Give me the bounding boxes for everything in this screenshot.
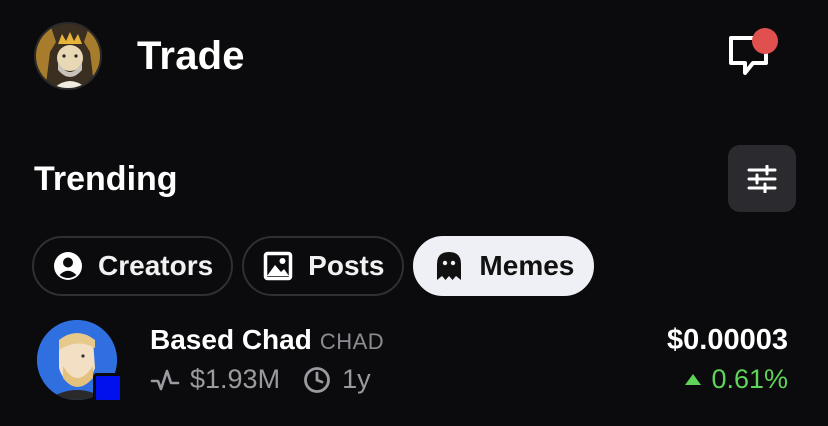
- coin-meta: $1.93M 1y: [150, 364, 371, 395]
- header: Trade: [0, 0, 828, 110]
- coin-change: 0.61%: [685, 364, 788, 395]
- category-tabs: Creators Posts Memes: [32, 236, 595, 296]
- coin-volume: $1.93M: [190, 364, 281, 394]
- section-title: Trending: [34, 160, 178, 198]
- profile-avatar[interactable]: [34, 22, 102, 90]
- tab-label: Memes: [479, 250, 575, 281]
- clock-icon: [302, 365, 332, 395]
- coin-row[interactable]: Based Chad CHAD $1.93M 1y $0.00003 0.61%: [0, 318, 828, 418]
- coin-price: $0.00003: [667, 324, 788, 356]
- tab-memes[interactable]: Memes: [413, 236, 595, 296]
- coin-age: 1y: [342, 364, 371, 394]
- coin-change-value: 0.61%: [711, 364, 788, 394]
- ghost-icon: [433, 250, 465, 282]
- page-title: Trade: [137, 34, 245, 78]
- image-icon: [262, 250, 294, 282]
- king-avatar-icon: [36, 24, 100, 88]
- tab-label: Posts: [308, 250, 385, 281]
- arrow-up-icon: [685, 374, 702, 385]
- coin-name: Based Chad CHAD: [150, 324, 384, 356]
- user-circle-icon: [52, 250, 84, 282]
- tab-posts[interactable]: Posts: [242, 236, 405, 296]
- tab-label: Creators: [98, 250, 214, 281]
- filter-button[interactable]: [728, 145, 796, 212]
- coin-ticker: CHAD: [319, 329, 385, 354]
- sliders-icon: [747, 164, 777, 193]
- tab-creators[interactable]: Creators: [32, 236, 234, 296]
- coin-name-text: Based Chad: [150, 324, 312, 355]
- notification-dot: [752, 28, 778, 54]
- chain-badge: [93, 373, 123, 403]
- activity-icon: [150, 365, 180, 395]
